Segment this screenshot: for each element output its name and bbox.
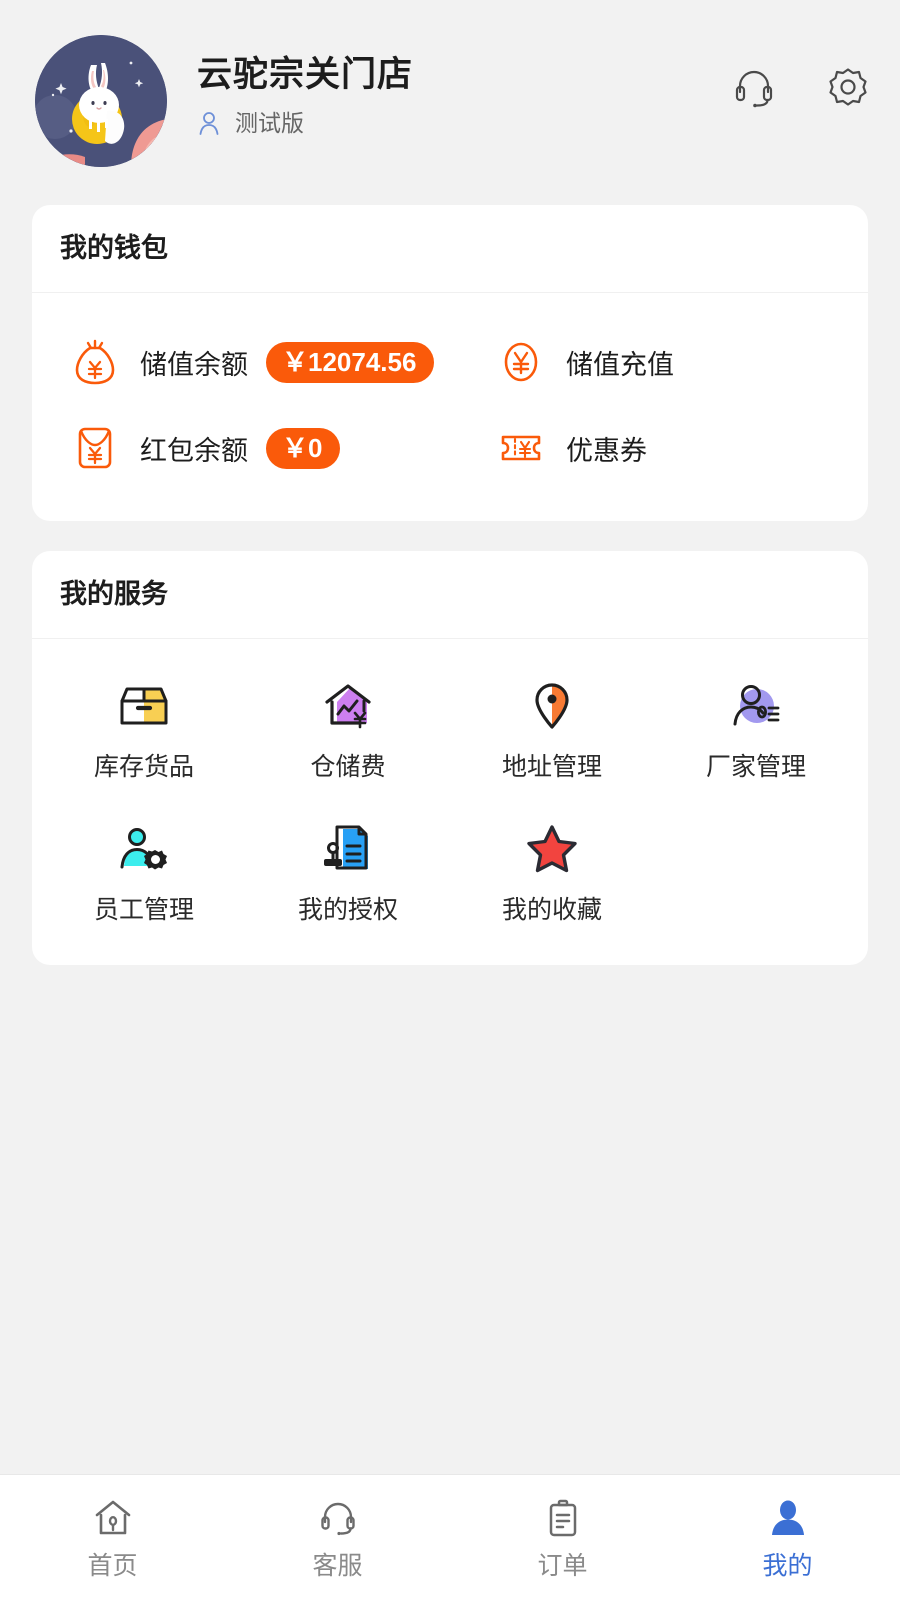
tab-label: 首页 bbox=[87, 1552, 138, 1580]
services-body: 库存货品 仓储费 地址管理 厂家管理 员工管理 我的授权 我的收藏 bbox=[32, 639, 868, 965]
tab-label: 订单 bbox=[537, 1552, 588, 1580]
rabbit-moon-avatar bbox=[35, 35, 167, 167]
service-item-label: 仓储费 bbox=[310, 753, 386, 781]
star-icon bbox=[525, 820, 579, 878]
store-identity: 云驼宗关门店 测试版 bbox=[197, 35, 732, 136]
services-title: 我的服务 bbox=[60, 579, 168, 609]
service-item-factory[interactable]: 厂家管理 bbox=[654, 669, 858, 786]
profile-screen: 云驼宗关门店 测试版 我的钱包 储值余额 ￥12074.56 储值充值 红包余额… bbox=[0, 0, 900, 1600]
headset-icon bbox=[317, 1496, 359, 1540]
tab-label: 我的 bbox=[762, 1552, 813, 1580]
person-icon bbox=[767, 1496, 809, 1540]
service-item-favorites[interactable]: 我的收藏 bbox=[450, 812, 654, 929]
service-item-label: 员工管理 bbox=[93, 896, 194, 924]
redpacket-balance-amount: ￥0 bbox=[266, 427, 341, 469]
service-item-label: 我的收藏 bbox=[501, 896, 602, 924]
account-badge: 测试版 bbox=[197, 110, 732, 136]
money-bag-icon bbox=[72, 337, 118, 387]
location-pin-icon bbox=[525, 677, 579, 735]
person-outline-icon bbox=[199, 112, 219, 135]
service-item-warehouse-fee[interactable]: 仓储费 bbox=[246, 669, 450, 786]
services-grid: 库存货品 仓储费 地址管理 厂家管理 员工管理 我的授权 我的收藏 bbox=[42, 669, 858, 929]
customer-service-icon[interactable] bbox=[732, 65, 776, 109]
profile-header: 云驼宗关门店 测试版 bbox=[0, 0, 900, 205]
tab-customer-service[interactable]: 客服 bbox=[225, 1475, 450, 1600]
wallet-item-label: 优惠券 bbox=[566, 435, 647, 466]
warehouse-fee-icon bbox=[321, 677, 375, 735]
wallet-item-redpacket-balance[interactable]: 红包余额 ￥0 bbox=[42, 405, 450, 491]
avatar[interactable] bbox=[35, 35, 167, 167]
settings-gear-icon[interactable] bbox=[826, 65, 870, 109]
clipboard-icon bbox=[542, 1496, 584, 1540]
tab-orders[interactable]: 订单 bbox=[450, 1475, 675, 1600]
service-item-address[interactable]: 地址管理 bbox=[450, 669, 654, 786]
status-badge: 测试版 bbox=[235, 109, 304, 136]
employee-gear-icon bbox=[117, 820, 171, 878]
services-card: 我的服务 库存货品 仓储费 地址管理 厂家管理 员工管理 我的授权 我的收藏 bbox=[32, 551, 868, 965]
service-item-inventory[interactable]: 库存货品 bbox=[42, 669, 246, 786]
wallet-row-2: 红包余额 ￥0 优惠券 bbox=[42, 405, 858, 491]
page-title: 云驼宗关门店 bbox=[197, 55, 414, 94]
header-actions bbox=[732, 35, 870, 109]
wallet-item-label: 储值充值 bbox=[566, 349, 674, 380]
yuan-circle-icon bbox=[498, 337, 544, 387]
home-icon bbox=[92, 1496, 134, 1540]
wallet-item-coupon[interactable]: 优惠券 bbox=[450, 405, 858, 491]
services-card-header: 我的服务 bbox=[32, 551, 868, 639]
service-item-authorization[interactable]: 我的授权 bbox=[246, 812, 450, 929]
wallet-item-stored-balance[interactable]: 储值余额 ￥12074.56 bbox=[42, 319, 450, 405]
bottom-tab-bar: 首页 客服 订单 我的 bbox=[0, 1474, 900, 1600]
wallet-item-label: 储值余额 bbox=[140, 349, 248, 380]
authorization-doc-icon bbox=[321, 820, 375, 878]
tab-mine[interactable]: 我的 bbox=[675, 1475, 900, 1600]
wallet-item-recharge[interactable]: 储值充值 bbox=[450, 319, 858, 405]
wallet-item-label: 红包余额 bbox=[140, 435, 248, 466]
coupon-ticket-icon bbox=[498, 423, 544, 473]
tab-home[interactable]: 首页 bbox=[0, 1475, 225, 1600]
wallet-row-1: 储值余额 ￥12074.56 储值充值 bbox=[42, 319, 858, 405]
red-envelope-icon bbox=[72, 423, 118, 473]
factory-contact-icon bbox=[729, 677, 783, 735]
stored-balance-amount: ￥12074.56 bbox=[266, 341, 435, 383]
wallet-body: 储值余额 ￥12074.56 储值充值 红包余额 ￥0 优惠券 bbox=[32, 293, 868, 521]
box-icon bbox=[117, 677, 171, 735]
service-item-label: 厂家管理 bbox=[705, 753, 806, 781]
wallet-title: 我的钱包 bbox=[60, 233, 168, 263]
service-item-employee[interactable]: 员工管理 bbox=[42, 812, 246, 929]
service-item-label: 地址管理 bbox=[501, 753, 602, 781]
wallet-card: 我的钱包 储值余额 ￥12074.56 储值充值 红包余额 ￥0 优惠券 bbox=[32, 205, 868, 521]
tab-label: 客服 bbox=[312, 1552, 363, 1580]
wallet-card-header: 我的钱包 bbox=[32, 205, 868, 293]
service-item-label: 我的授权 bbox=[297, 896, 398, 924]
service-item-label: 库存货品 bbox=[93, 753, 194, 781]
